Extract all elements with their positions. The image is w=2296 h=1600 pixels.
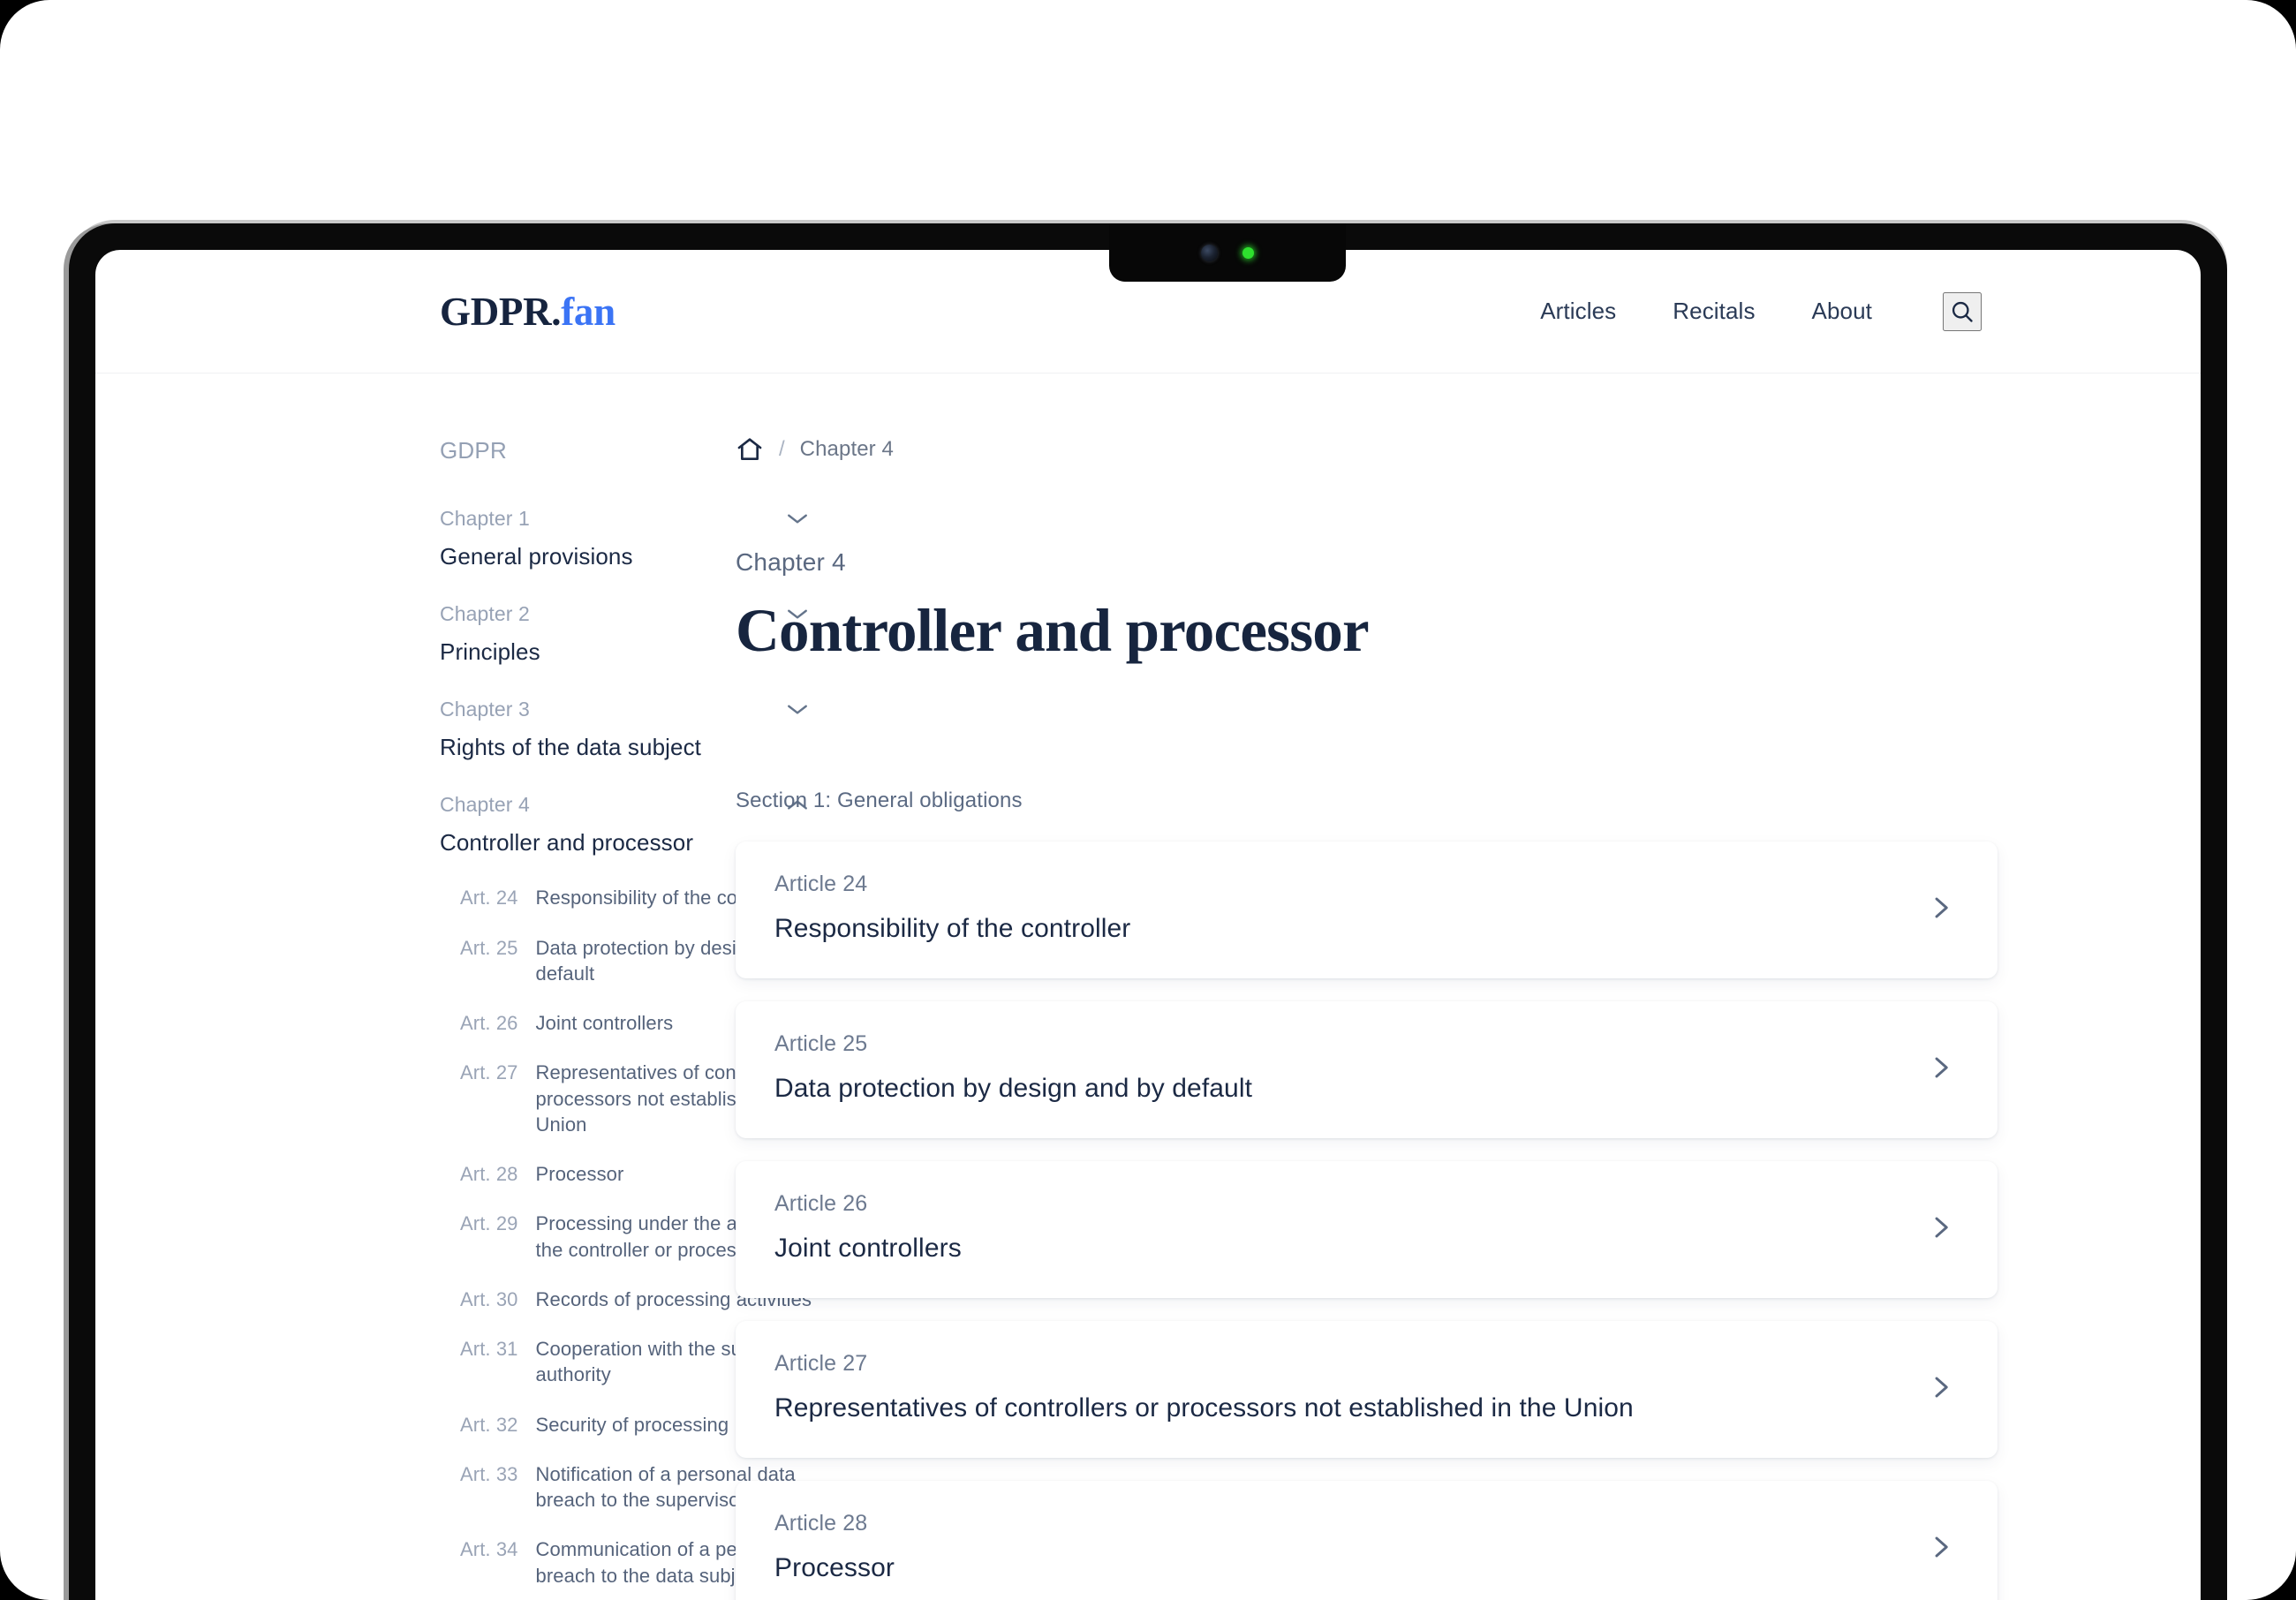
breadcrumb-separator: / — [779, 437, 785, 461]
chapter-eyebrow: Chapter 4 — [736, 548, 846, 576]
article-card[interactable]: Article 25 Data protection by design and… — [736, 1000, 1998, 1138]
site-logo[interactable]: GDPR.fan — [440, 289, 616, 335]
content-area: GDPR Chapter 1 General provisions Chapte… — [95, 374, 2201, 1600]
section-label: Section 1: General obligations — [736, 788, 1023, 812]
card-article-number: Article 28 — [774, 1510, 868, 1536]
sidebar-chapter-1[interactable]: Chapter 1 General provisions — [440, 507, 807, 570]
card-article-title: Processor — [774, 1552, 895, 1582]
chevron-right-icon — [1923, 1529, 1959, 1565]
breadcrumb-current[interactable]: Chapter 4 — [800, 437, 894, 462]
article-card[interactable]: Article 27 Representatives of controller… — [736, 1320, 1998, 1458]
logo-accent-text: fan — [561, 289, 616, 334]
breadcrumb-home-link[interactable] — [736, 435, 764, 464]
main-navigation: Articles Recitals About — [1540, 291, 1982, 331]
logo-text: GDPR. — [440, 289, 562, 334]
article-number: Art. 32 — [460, 1413, 518, 1436]
article-card[interactable]: Article 24 Responsibility of the control… — [736, 841, 1998, 978]
article-card[interactable]: Article 28 Processor — [736, 1480, 1998, 1600]
home-icon — [737, 438, 762, 460]
search-button[interactable] — [1943, 291, 1982, 331]
sidebar-navigation: GDPR Chapter 1 General provisions Chapte… — [95, 374, 836, 1600]
sidebar-title: GDPR — [440, 437, 507, 464]
card-article-title: Representatives of controllers or proces… — [774, 1392, 1634, 1423]
chevron-right-icon — [1923, 890, 1959, 925]
article-number: Art. 28 — [460, 1163, 518, 1186]
card-article-number: Article 25 — [774, 1030, 868, 1056]
article-card-list: Article 24 Responsibility of the control… — [736, 841, 1998, 1600]
article-number: Art. 31 — [460, 1338, 518, 1361]
article-number: Art. 25 — [460, 936, 518, 959]
article-number: Art. 34 — [460, 1538, 518, 1561]
search-icon — [1952, 301, 1973, 322]
chevron-right-icon — [1923, 1050, 1959, 1085]
card-article-title: Data protection by design and by default — [774, 1073, 1253, 1103]
browser-viewport: GDPR.fan Articles Recitals About GDPR Ch… — [95, 250, 2201, 1600]
article-number: Art. 30 — [460, 1287, 518, 1310]
article-number: Art. 26 — [460, 1012, 518, 1035]
article-number: Art. 29 — [460, 1212, 518, 1235]
sidebar-chapter-3-number: Chapter 3 — [440, 698, 530, 721]
article-title: Processor — [535, 1163, 624, 1186]
article-number: Art. 27 — [460, 1061, 518, 1084]
sidebar-chapter-1-number: Chapter 1 — [440, 507, 530, 530]
article-number: Art. 33 — [460, 1462, 518, 1485]
card-article-title: Joint controllers — [774, 1233, 962, 1263]
laptop-camera-notch — [1109, 223, 1346, 282]
page-title: Controller and processor — [736, 597, 1370, 664]
nav-articles[interactable]: Articles — [1540, 298, 1616, 325]
sidebar-chapter-3[interactable]: Chapter 3 Rights of the data subject — [440, 698, 807, 761]
card-article-title: Responsibility of the controller — [774, 913, 1131, 943]
card-article-number: Article 24 — [774, 871, 868, 896]
breadcrumb: / Chapter 4 — [736, 435, 1998, 464]
sidebar-article-list: Art. 24 Responsibility of the controller… — [440, 885, 836, 1600]
nav-about[interactable]: About — [1812, 298, 1872, 325]
article-number: Art. 24 — [460, 887, 518, 909]
chevron-right-icon — [1923, 1370, 1959, 1405]
camera-indicator-light — [1242, 246, 1254, 259]
page-root: GDPR.fan Articles Recitals About GDPR Ch… — [0, 0, 2296, 1600]
main-content: / Chapter 4 Chapter 4 Controller and pro… — [625, 374, 2201, 1600]
card-article-number: Article 26 — [774, 1190, 868, 1216]
chevron-right-icon — [1923, 1210, 1959, 1245]
sidebar-chapter-4-number: Chapter 4 — [440, 793, 530, 817]
sidebar-chapter-4[interactable]: Chapter 4 Controller and processor Art. … — [440, 793, 836, 1600]
camera-lens-icon — [1201, 244, 1218, 261]
nav-recitals[interactable]: Recitals — [1673, 298, 1755, 325]
card-article-number: Article 27 — [774, 1350, 868, 1376]
article-card[interactable]: Article 26 Joint controllers — [736, 1160, 1998, 1298]
laptop-frame: GDPR.fan Articles Recitals About GDPR Ch… — [69, 223, 2227, 1600]
sidebar-chapter-2-number: Chapter 2 — [440, 602, 530, 626]
sidebar-chapter-2[interactable]: Chapter 2 Principles — [440, 602, 807, 666]
